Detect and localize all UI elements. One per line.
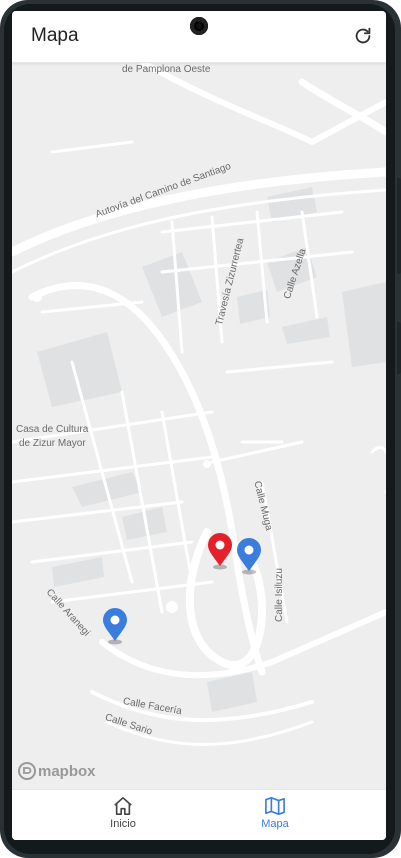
nav-item-inicio[interactable]: Inicio bbox=[83, 796, 163, 830]
home-icon bbox=[114, 797, 132, 815]
mapbox-logo-icon bbox=[18, 762, 36, 780]
front-camera bbox=[190, 17, 208, 35]
nav-label: Inicio bbox=[110, 818, 136, 830]
power-button bbox=[397, 322, 401, 374]
marker-blue-icon[interactable] bbox=[234, 537, 264, 575]
volume-button bbox=[397, 178, 401, 274]
street-label: de Pamplona Oeste bbox=[122, 64, 211, 75]
page-title: Mapa bbox=[31, 25, 79, 46]
place-label: Casa de Cultura bbox=[16, 424, 89, 435]
mapbox-label: mapbox bbox=[38, 762, 96, 780]
screen: Mapa de Pamplona Oeste Autovía del Camin… bbox=[12, 11, 386, 840]
refresh-icon[interactable] bbox=[352, 25, 374, 47]
map-icon bbox=[265, 797, 285, 815]
mapbox-attribution[interactable]: mapbox bbox=[18, 762, 96, 780]
map-view[interactable]: de Pamplona Oeste Autovía del Camino de … bbox=[12, 62, 386, 789]
device-frame: Mapa de Pamplona Oeste Autovía del Camin… bbox=[0, 0, 401, 858]
bottom-navigation: Inicio Mapa bbox=[12, 789, 386, 840]
nav-label: Mapa bbox=[261, 818, 289, 830]
street-label: Calle Isiluzu bbox=[274, 568, 285, 622]
marker-red-icon[interactable] bbox=[205, 532, 235, 570]
place-label: de Zizur Mayor bbox=[19, 438, 86, 449]
nav-item-mapa[interactable]: Mapa bbox=[235, 796, 315, 830]
marker-blue-icon[interactable] bbox=[100, 607, 130, 645]
